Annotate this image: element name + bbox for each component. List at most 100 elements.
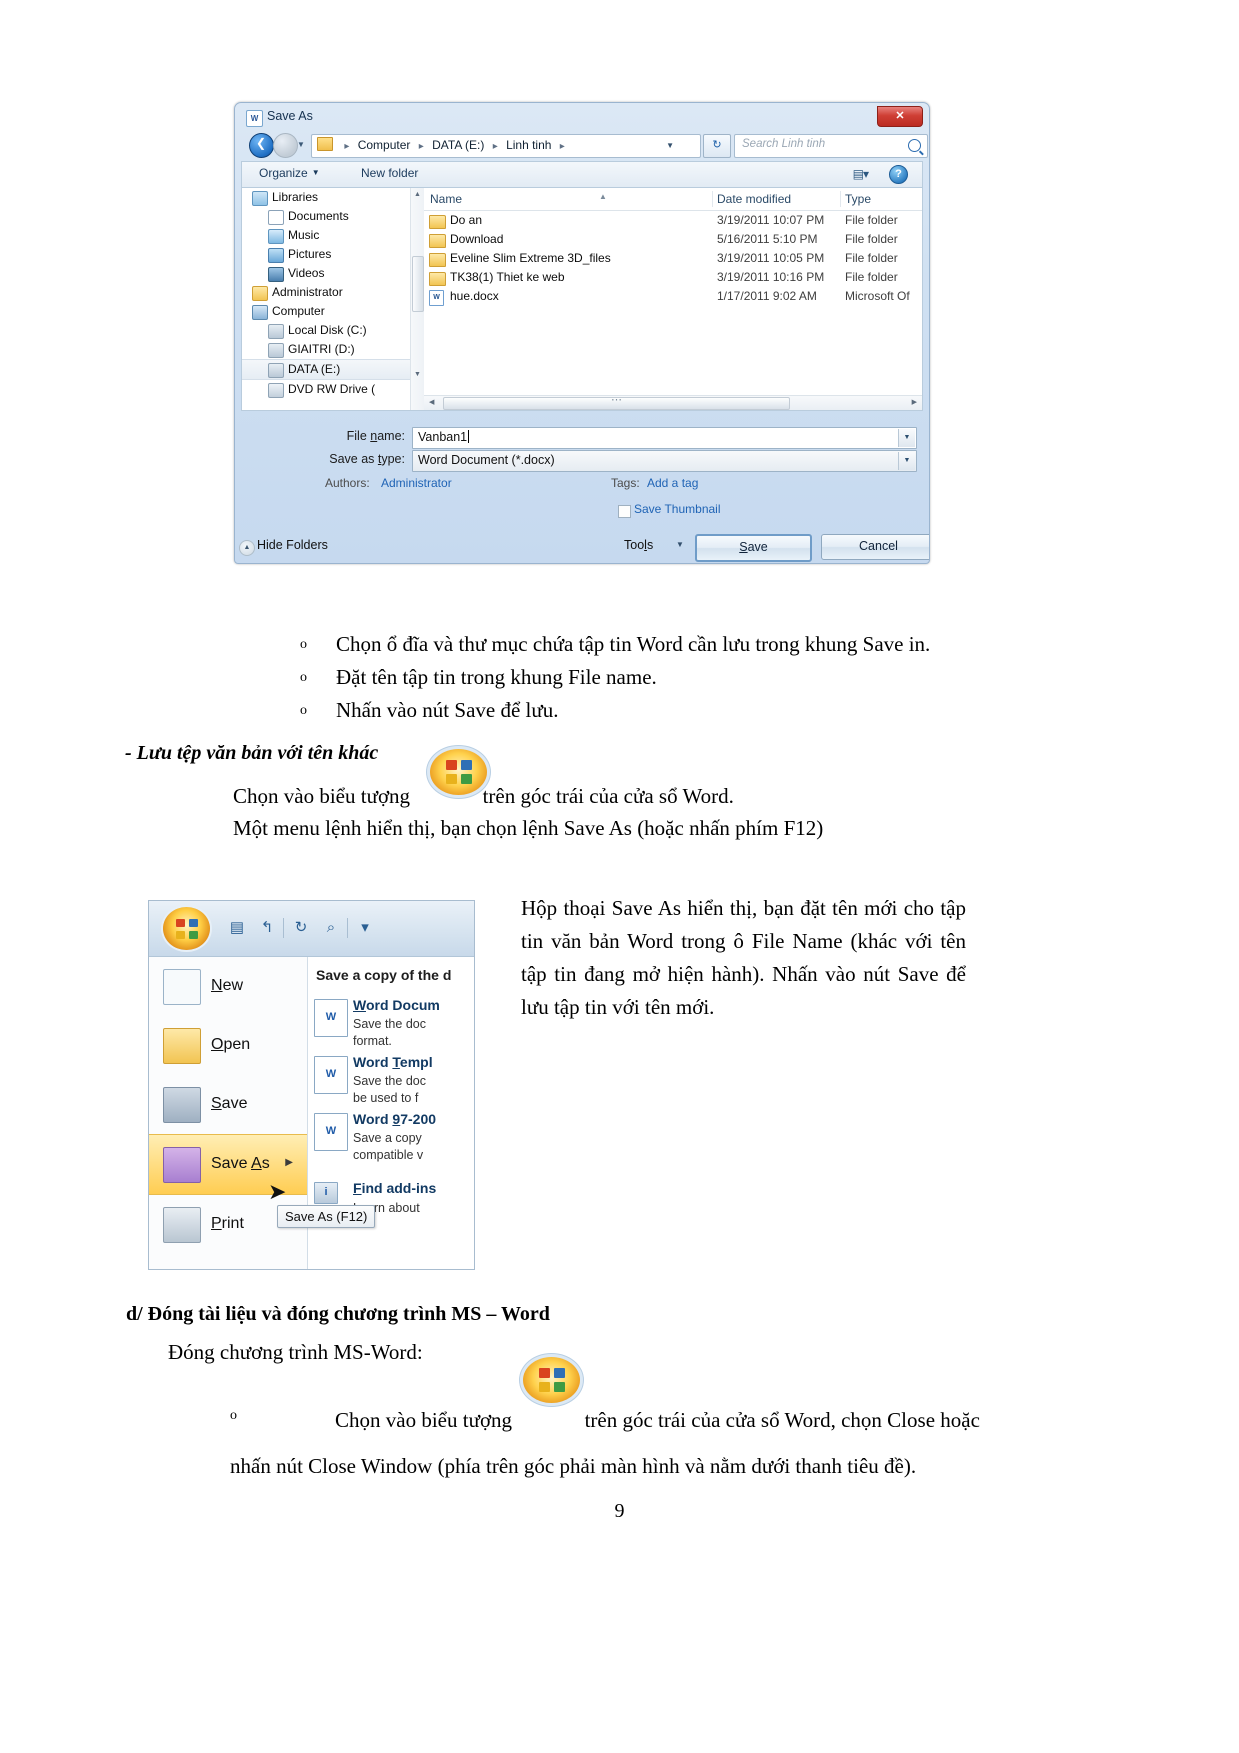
view-options-icon[interactable]: ▤▾ (853, 167, 869, 181)
scrollbar-thumb[interactable] (412, 256, 424, 312)
menu-item-open[interactable]: Open (149, 1016, 307, 1075)
close-program-intro: Đóng chương trình MS-Word: (168, 1340, 423, 1364)
list-item: o Chọn ổ đĩa và thư mục chứa tập tin Wor… (300, 628, 1060, 661)
scroll-up-icon[interactable]: ▲ (414, 191, 421, 198)
chevron-down-icon[interactable]: ▼ (666, 135, 674, 156)
nav-item-documents[interactable]: Documents (242, 207, 410, 226)
tags-value[interactable]: Add a tag (647, 476, 698, 490)
refresh-button[interactable]: ↻ (703, 134, 731, 158)
save-icon[interactable]: ▤ (225, 917, 249, 939)
nav-item-dvd-rw-drive[interactable]: DVD RW Drive ( (242, 380, 410, 399)
nav-item-data-e[interactable]: DATA (E:) (242, 359, 410, 380)
authors-value[interactable]: Administrator (381, 476, 452, 490)
undo-icon[interactable]: ↰ (255, 917, 279, 939)
file-list-horizontal-scrollbar[interactable]: ◀ ▶ (424, 395, 922, 410)
file-list-header: Name ▲ Date modified Type (424, 188, 922, 211)
submenu-item-word-document[interactable]: W Word Docum Save the doc format. (308, 991, 474, 1048)
submenu-item-title: Find add-ins (353, 1180, 437, 1196)
save-thumbnail-checkbox[interactable] (618, 505, 631, 518)
save-as-type-value: Word Document (*.docx) (418, 453, 555, 467)
help-icon[interactable]: ? (889, 165, 908, 184)
scroll-down-icon[interactable]: ▼ (414, 371, 421, 378)
forward-button[interactable] (273, 133, 298, 158)
file-type: Microsoft Of (845, 289, 910, 303)
nav-item-music[interactable]: Music (242, 226, 410, 245)
cancel-button[interactable]: Cancel (821, 534, 929, 560)
menu-item-label: Print (211, 1215, 244, 1232)
column-header-name[interactable]: Name (430, 192, 462, 206)
file-name-input[interactable]: Vanban1 ▼ (412, 427, 917, 449)
file-type: File folder (845, 232, 898, 246)
menu-item-new[interactable]: New (149, 957, 307, 1016)
navigation-pane-scrollbar[interactable]: ▲ ▼ (410, 188, 424, 410)
office-orb-icon[interactable] (163, 907, 210, 950)
new-folder-button[interactable]: New folder (361, 166, 418, 180)
breadcrumb[interactable]: ▸ Computer ▸ DATA (E:) ▸ Linh tinh ▸ ▼ (311, 134, 701, 158)
submenu-item-word-template[interactable]: W Word Templ Save the doc be used to f (308, 1048, 474, 1105)
scrollbar-thumb[interactable] (443, 397, 790, 410)
dialog-toolbar: Organize ▼ New folder ▤▾ ? (241, 161, 923, 187)
breadcrumb-item-linhtinh[interactable]: Linh tinh (506, 138, 551, 152)
file-date-modified: 1/17/2011 9:02 AM (717, 289, 817, 303)
file-row[interactable]: Eveline Slim Extreme 3D_files 3/19/2011 … (424, 249, 922, 268)
breadcrumb-separator: ▸ (344, 141, 350, 152)
file-name: TK38(1) Thiet ke web (450, 270, 565, 284)
menu-item-save[interactable]: Save (149, 1075, 307, 1134)
column-header-type[interactable]: Type (845, 192, 871, 206)
list-item-text: Chọn ổ đĩa và thư mục chứa tập tin Word … (336, 632, 931, 656)
print-preview-icon[interactable]: ⌕ (319, 917, 343, 939)
back-button[interactable] (249, 133, 274, 158)
chevron-down-icon[interactable]: ▼ (676, 540, 684, 549)
nav-item-local-disk-c[interactable]: Local Disk (C:) (242, 321, 410, 340)
instruction-text-before: Chọn vào biểu tượng (335, 1408, 513, 1432)
redo-icon[interactable]: ↻ (289, 917, 313, 939)
breadcrumb-item-computer[interactable]: Computer (358, 138, 411, 152)
submenu-heading: Save a copy of the d (316, 967, 452, 983)
breadcrumb-item-data[interactable]: DATA (E:) (432, 138, 484, 152)
instruction-bullet-list: o Chọn ổ đĩa và thư mục chứa tập tin Wor… (300, 628, 1060, 727)
chevron-down-icon[interactable]: ▼ (898, 452, 915, 470)
save-as-type-combo[interactable]: Word Document (*.docx) ▼ (412, 450, 917, 472)
folder-icon (429, 215, 446, 229)
file-date-modified: 5/16/2011 5:10 PM (717, 232, 818, 246)
scroll-right-icon[interactable]: ▶ (912, 398, 917, 406)
search-input[interactable]: Search Linh tinh (734, 134, 928, 158)
file-name: Download (450, 232, 504, 246)
customize-icon[interactable]: ▾ (353, 917, 377, 939)
chevron-down-icon[interactable]: ▼ (898, 429, 915, 447)
nav-item-administrator[interactable]: Administrator (242, 283, 410, 302)
submenu-item-title: Word Docum (353, 997, 440, 1013)
nav-item-libraries[interactable]: Libraries (242, 188, 410, 207)
close-button[interactable]: ✕ (877, 106, 923, 127)
pictures-icon (268, 248, 284, 263)
nav-item-giaitri-d[interactable]: GIAITRI (D:) (242, 340, 410, 359)
tags-label: Tags: (611, 476, 640, 490)
scroll-left-icon[interactable]: ◀ (429, 398, 434, 406)
file-row[interactable]: W hue.docx 1/17/2011 9:02 AM Microsoft O… (424, 287, 922, 306)
tools-button[interactable]: Tools (624, 538, 653, 552)
nav-item-computer[interactable]: Computer (242, 302, 410, 321)
breadcrumb-separator: ▸ (559, 141, 565, 152)
chevron-down-icon[interactable]: ▼ (297, 140, 305, 149)
submenu-item-word-97-2003[interactable]: W Word 97-200 Save a copy compatible v (308, 1105, 474, 1162)
column-header-date-modified[interactable]: Date modified (717, 192, 791, 206)
file-row[interactable]: Do an 3/19/2011 10:07 PM File folder (424, 211, 922, 230)
organize-button[interactable]: Organize ▼ (259, 166, 320, 180)
file-date-modified: 3/19/2011 10:16 PM (717, 270, 825, 284)
file-row[interactable]: TK38(1) Thiet ke web 3/19/2011 10:16 PM … (424, 268, 922, 287)
save-as-dialog-screenshot: W Save As ✕ ▼ ▸ Computer ▸ DATA (E:) ▸ L… (234, 102, 930, 564)
dialog-content-area: Libraries Documents Music Pictures Video… (241, 187, 923, 411)
new-document-icon (163, 969, 201, 1005)
sort-ascending-icon: ▲ (599, 192, 607, 201)
save-button[interactable]: Save (695, 534, 812, 562)
file-name: hue.docx (450, 289, 499, 303)
nav-item-videos[interactable]: Videos (242, 264, 410, 283)
file-row[interactable]: Download 5/16/2011 5:10 PM File folder (424, 230, 922, 249)
save-thumbnail-label[interactable]: Save Thumbnail (634, 502, 721, 516)
file-type: File folder (845, 213, 898, 227)
nav-item-pictures[interactable]: Pictures (242, 245, 410, 264)
section-heading: - Lưu tệp văn bản với tên khác (125, 742, 379, 764)
drive-icon (268, 363, 284, 378)
hide-folders-button[interactable]: ▲ Hide Folders (239, 538, 328, 556)
file-date-modified: 3/19/2011 10:07 PM (717, 213, 825, 227)
